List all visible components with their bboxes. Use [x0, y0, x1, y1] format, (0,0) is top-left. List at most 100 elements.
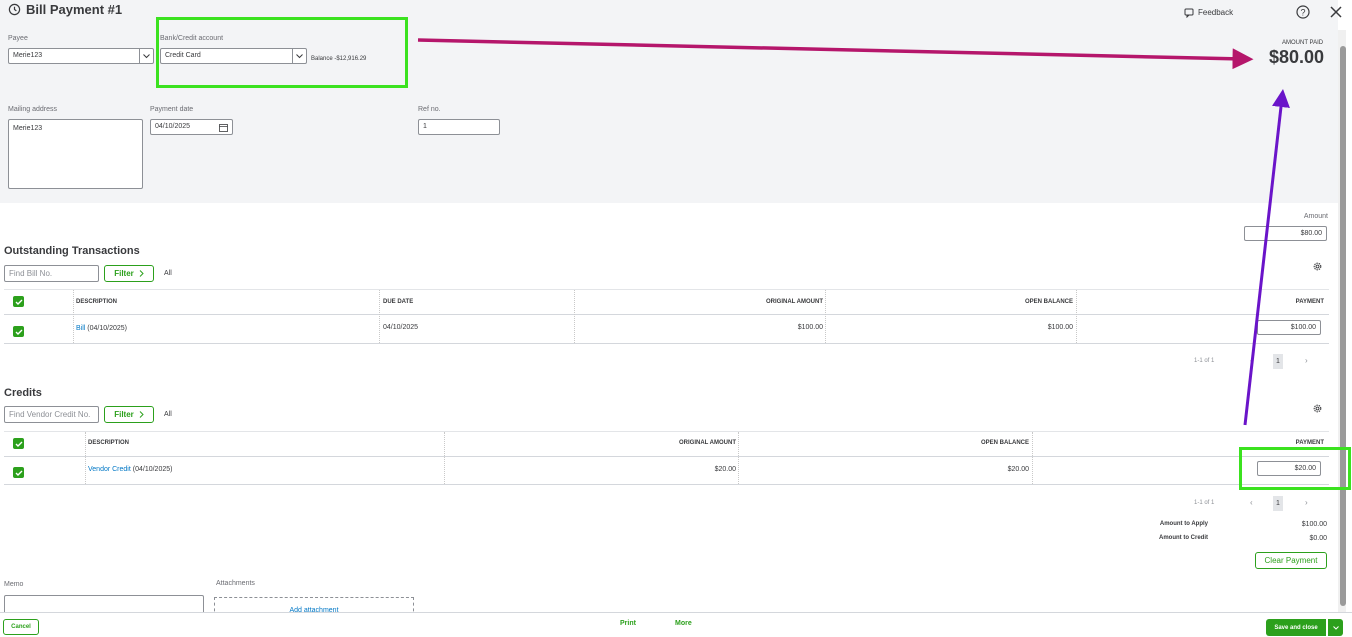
col-open-balance: OPEN BALANCE — [1024, 299, 1073, 305]
mailing-address-value: Merie123 — [13, 125, 43, 132]
row-open-balance: $20.00 — [1007, 466, 1029, 473]
bill-date: (04/10/2025) — [85, 325, 127, 332]
chevron-right-icon — [139, 411, 144, 418]
amount-field[interactable]: $80.00 — [1244, 226, 1327, 241]
amount-to-credit-label: Amount to Credit — [1159, 535, 1208, 541]
filter-label: Filter — [114, 410, 134, 419]
col-divider — [1032, 432, 1033, 484]
table-header-border — [4, 314, 1329, 315]
mailing-address-label: Mailing address — [8, 106, 58, 113]
col-payment: PAYMENT — [1295, 440, 1324, 446]
memo-label: Memo — [4, 581, 24, 588]
col-divider — [85, 432, 86, 484]
amount-paid-label: AMOUNT PAID — [1282, 40, 1324, 46]
close-icon[interactable] — [1330, 6, 1342, 18]
amount-to-credit-value: $0.00 — [1309, 535, 1327, 542]
feedback-icon[interactable] — [1184, 8, 1194, 18]
ref-no-value: 1 — [423, 123, 427, 130]
row-original-amount: $100.00 — [797, 324, 823, 331]
calendar-icon[interactable] — [219, 123, 228, 132]
clear-payment-button[interactable]: Clear Payment — [1255, 552, 1327, 569]
chevron-down-icon — [1332, 625, 1339, 630]
vendor-credit-link[interactable]: Vendor Credit — [88, 466, 131, 473]
prev-page-icon[interactable]: ‹ — [1250, 498, 1253, 507]
find-bill-input[interactable]: Find Bill No. — [4, 265, 99, 282]
ref-no-label: Ref no. — [418, 106, 441, 113]
mailing-address-field[interactable]: Merie123 — [8, 119, 143, 189]
amount-label: Amount — [1303, 213, 1328, 220]
payee-label: Payee — [8, 35, 28, 42]
save-options-button[interactable] — [1327, 619, 1343, 636]
find-vendor-credit-input[interactable]: Find Vendor Credit No. — [4, 406, 99, 423]
next-page-icon[interactable]: › — [1305, 356, 1308, 365]
gear-icon[interactable] — [1312, 403, 1323, 414]
amount-to-apply-label: Amount to Apply — [1159, 521, 1208, 527]
credits-title: Credits — [4, 387, 42, 399]
page-button[interactable]: 1 — [1273, 496, 1283, 511]
cancel-button[interactable]: Cancel — [3, 619, 39, 635]
col-original-amount: ORIGINAL AMOUNT — [766, 299, 823, 305]
row-description: Bill (04/10/2025) — [76, 325, 127, 332]
credits-pagination: 1-1 of 1 — [1194, 500, 1215, 506]
payee-value: Merie123 — [13, 52, 43, 59]
vendor-credit-date: (04/10/2025) — [130, 466, 173, 473]
col-divider — [379, 290, 380, 343]
next-page-icon[interactable]: › — [1305, 498, 1308, 507]
outstanding-title: Outstanding Transactions — [4, 245, 140, 257]
select-all-checkbox[interactable] — [13, 296, 24, 307]
col-divider — [444, 432, 445, 484]
save-and-close-button[interactable]: Save and close — [1266, 619, 1326, 636]
credits-filter-button[interactable]: Filter — [104, 406, 154, 423]
col-divider — [1076, 290, 1077, 343]
chevron-down-icon[interactable] — [139, 49, 153, 63]
attachments-label: Attachments — [216, 580, 255, 587]
page-title: Bill Payment #1 — [26, 2, 123, 17]
chevron-right-icon — [139, 270, 144, 277]
amount-paid-value: $80.00 — [1268, 47, 1324, 67]
payment-date-label: Payment date — [150, 106, 194, 113]
row-original-amount: $20.00 — [714, 466, 736, 473]
payment-date-field[interactable]: 04/10/2025 — [150, 119, 233, 135]
ref-no-field[interactable]: 1 — [418, 119, 500, 135]
outstanding-all-label: All — [164, 270, 172, 277]
col-description: DESCRIPTION — [88, 440, 130, 446]
highlight-box-credit-payment — [1239, 447, 1351, 490]
gear-icon[interactable] — [1312, 261, 1323, 272]
col-divider — [825, 290, 826, 343]
col-divider — [73, 290, 74, 343]
col-due-date: DUE DATE — [383, 299, 414, 305]
prev-page-icon[interactable]: ‹ — [1250, 356, 1253, 365]
page-button[interactable]: 1 — [1273, 354, 1283, 369]
col-open-balance: OPEN BALANCE — [980, 440, 1029, 446]
history-icon[interactable] — [8, 3, 21, 16]
table-bottom-border — [4, 343, 1329, 344]
feedback-button[interactable]: Feedback — [1198, 8, 1233, 17]
col-divider — [738, 432, 739, 484]
payment-date-value: 04/10/2025 — [155, 123, 191, 130]
row-payment-input[interactable]: $100.00 — [1257, 320, 1321, 335]
select-all-checkbox[interactable] — [13, 438, 24, 449]
outstanding-filter-button[interactable]: Filter — [104, 265, 154, 282]
print-button[interactable]: Print — [620, 620, 636, 627]
more-button[interactable]: More — [675, 620, 692, 627]
row-checkbox[interactable] — [13, 467, 24, 478]
amount-to-apply-value: $100.00 — [1301, 521, 1327, 528]
col-original-amount: ORIGINAL AMOUNT — [679, 440, 736, 446]
payee-select[interactable]: Merie123 — [8, 48, 154, 64]
outstanding-pagination: 1-1 of 1 — [1194, 358, 1215, 364]
row-checkbox[interactable] — [13, 326, 24, 337]
help-icon[interactable]: ? — [1296, 5, 1310, 19]
col-divider — [574, 290, 575, 343]
svg-text:?: ? — [1300, 8, 1305, 18]
bill-link[interactable]: Bill — [76, 325, 85, 332]
table-bottom-border — [4, 484, 1329, 485]
table-header-border — [4, 456, 1329, 457]
credits-all-label: All — [164, 411, 172, 418]
filter-label: Filter — [114, 269, 134, 278]
col-payment: PAYMENT — [1295, 299, 1324, 305]
scrollbar-thumb[interactable] — [1340, 46, 1346, 606]
highlight-box-bank-account — [156, 17, 408, 88]
row-open-balance: $100.00 — [1047, 324, 1073, 331]
table-top-border — [4, 431, 1329, 432]
row-description: Vendor Credit (04/10/2025) — [88, 466, 172, 473]
